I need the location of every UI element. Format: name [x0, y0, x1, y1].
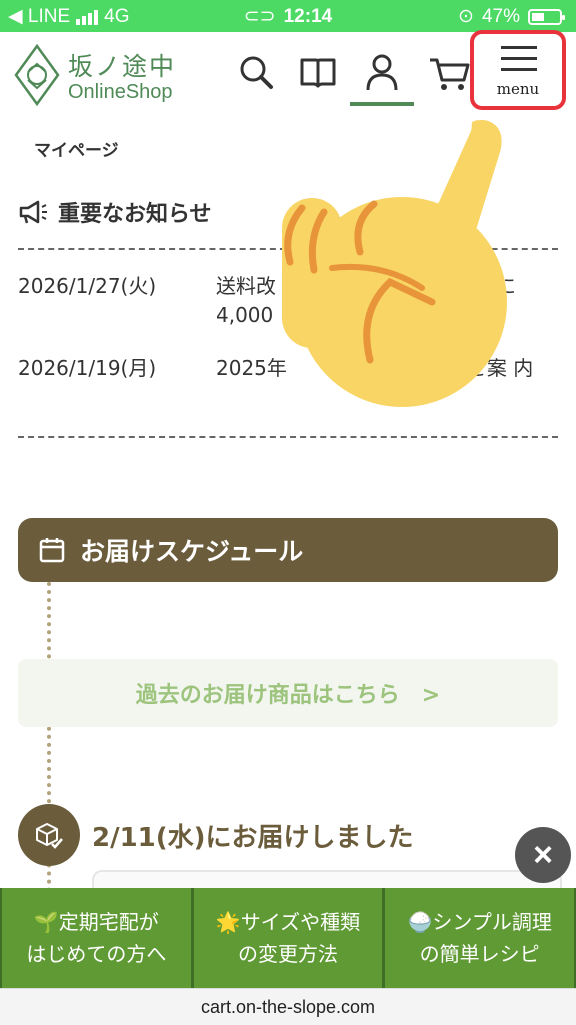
time-label: 12:14 — [283, 6, 333, 27]
banner-line: の変更方法 — [238, 942, 338, 966]
menu-label: menu — [496, 80, 540, 98]
news-item[interactable]: 2026/1/19(月) 2025年 のご案 内 — [18, 354, 558, 414]
calendar-icon — [39, 538, 65, 563]
banner-line: はじめての方へ — [26, 942, 167, 966]
breadcrumb: マイページ — [34, 141, 119, 161]
battery-icon — [528, 8, 565, 25]
schedule-title: お届けスケジュール — [80, 537, 304, 566]
book-icon[interactable] — [298, 52, 338, 92]
banner-change-size-guide[interactable]: 🌟サイズや種類 の変更方法 — [193, 888, 383, 988]
active-tab-indicator — [350, 102, 414, 106]
divider — [18, 436, 558, 438]
user-icon[interactable] — [362, 52, 402, 92]
banner-line: の簡単レシピ — [419, 942, 540, 966]
banner-line: 🌱定期宅配が — [33, 910, 159, 934]
banner-first-time-guide[interactable]: 🌱定期宅配が はじめての方へ — [2, 888, 191, 988]
news-text[interactable]: 送料改 主に 4,000 — [216, 272, 558, 330]
box-check-icon — [18, 804, 80, 866]
delivered-entry: 2/11(水)にお届けしました — [18, 804, 414, 866]
news-section-title: 重要なお知らせ — [18, 196, 212, 228]
banner-recipes[interactable]: 🍚シンプル調理 の簡単レシピ — [385, 888, 575, 988]
bottom-banner: 🌱定期宅配が はじめての方へ 🌟サイズや種類 の変更方法 🍚シンプル調理 の簡単… — [0, 888, 576, 988]
orientation-lock-icon: ⊙ — [458, 6, 474, 27]
logo-english-text: OnlineShop — [68, 80, 173, 103]
news-date: 2026/1/27(火) — [18, 274, 157, 298]
cart-icon[interactable] — [428, 52, 472, 92]
news-title-text: 重要なお知らせ — [58, 202, 212, 227]
status-bar: ◀ LINE 4G ⊂⊃ 12:14 ⊙ 47% — [0, 0, 576, 32]
divider — [18, 248, 558, 250]
past-deliveries-button[interactable]: 過去のお届け商品はこちら > — [18, 659, 558, 727]
search-icon[interactable] — [236, 52, 276, 92]
close-banner-button[interactable]: × — [515, 827, 571, 883]
news-item[interactable]: 2026/1/27(火) 送料改 主に 4,000 — [18, 272, 558, 332]
news-text[interactable]: 2025年 のご案 内 — [216, 354, 558, 383]
banner-line: 🌟サイズや種類 — [215, 910, 361, 934]
url-bar[interactable]: cart.on-the-slope.com — [0, 988, 576, 1025]
link-icon: ⊂⊃ — [243, 6, 276, 27]
news-date: 2026/1/19(月) — [18, 356, 157, 380]
battery-label: 47% — [481, 5, 520, 27]
banner-line: 🍚シンプル調理 — [407, 910, 552, 934]
hamburger-icon — [501, 46, 537, 79]
delivered-text: 2/11(水)にお届けしました — [92, 822, 414, 853]
site-logo[interactable]: 坂ノ途中 OnlineShop — [14, 44, 176, 106]
logo-japanese-text: 坂ノ途中 — [68, 51, 177, 81]
menu-button[interactable]: menu — [470, 30, 566, 110]
status-right: ⊙ 47% — [458, 5, 565, 28]
logo-emblem-icon — [14, 44, 60, 106]
megaphone-icon — [19, 200, 47, 224]
schedule-header: お届けスケジュール — [18, 518, 558, 582]
